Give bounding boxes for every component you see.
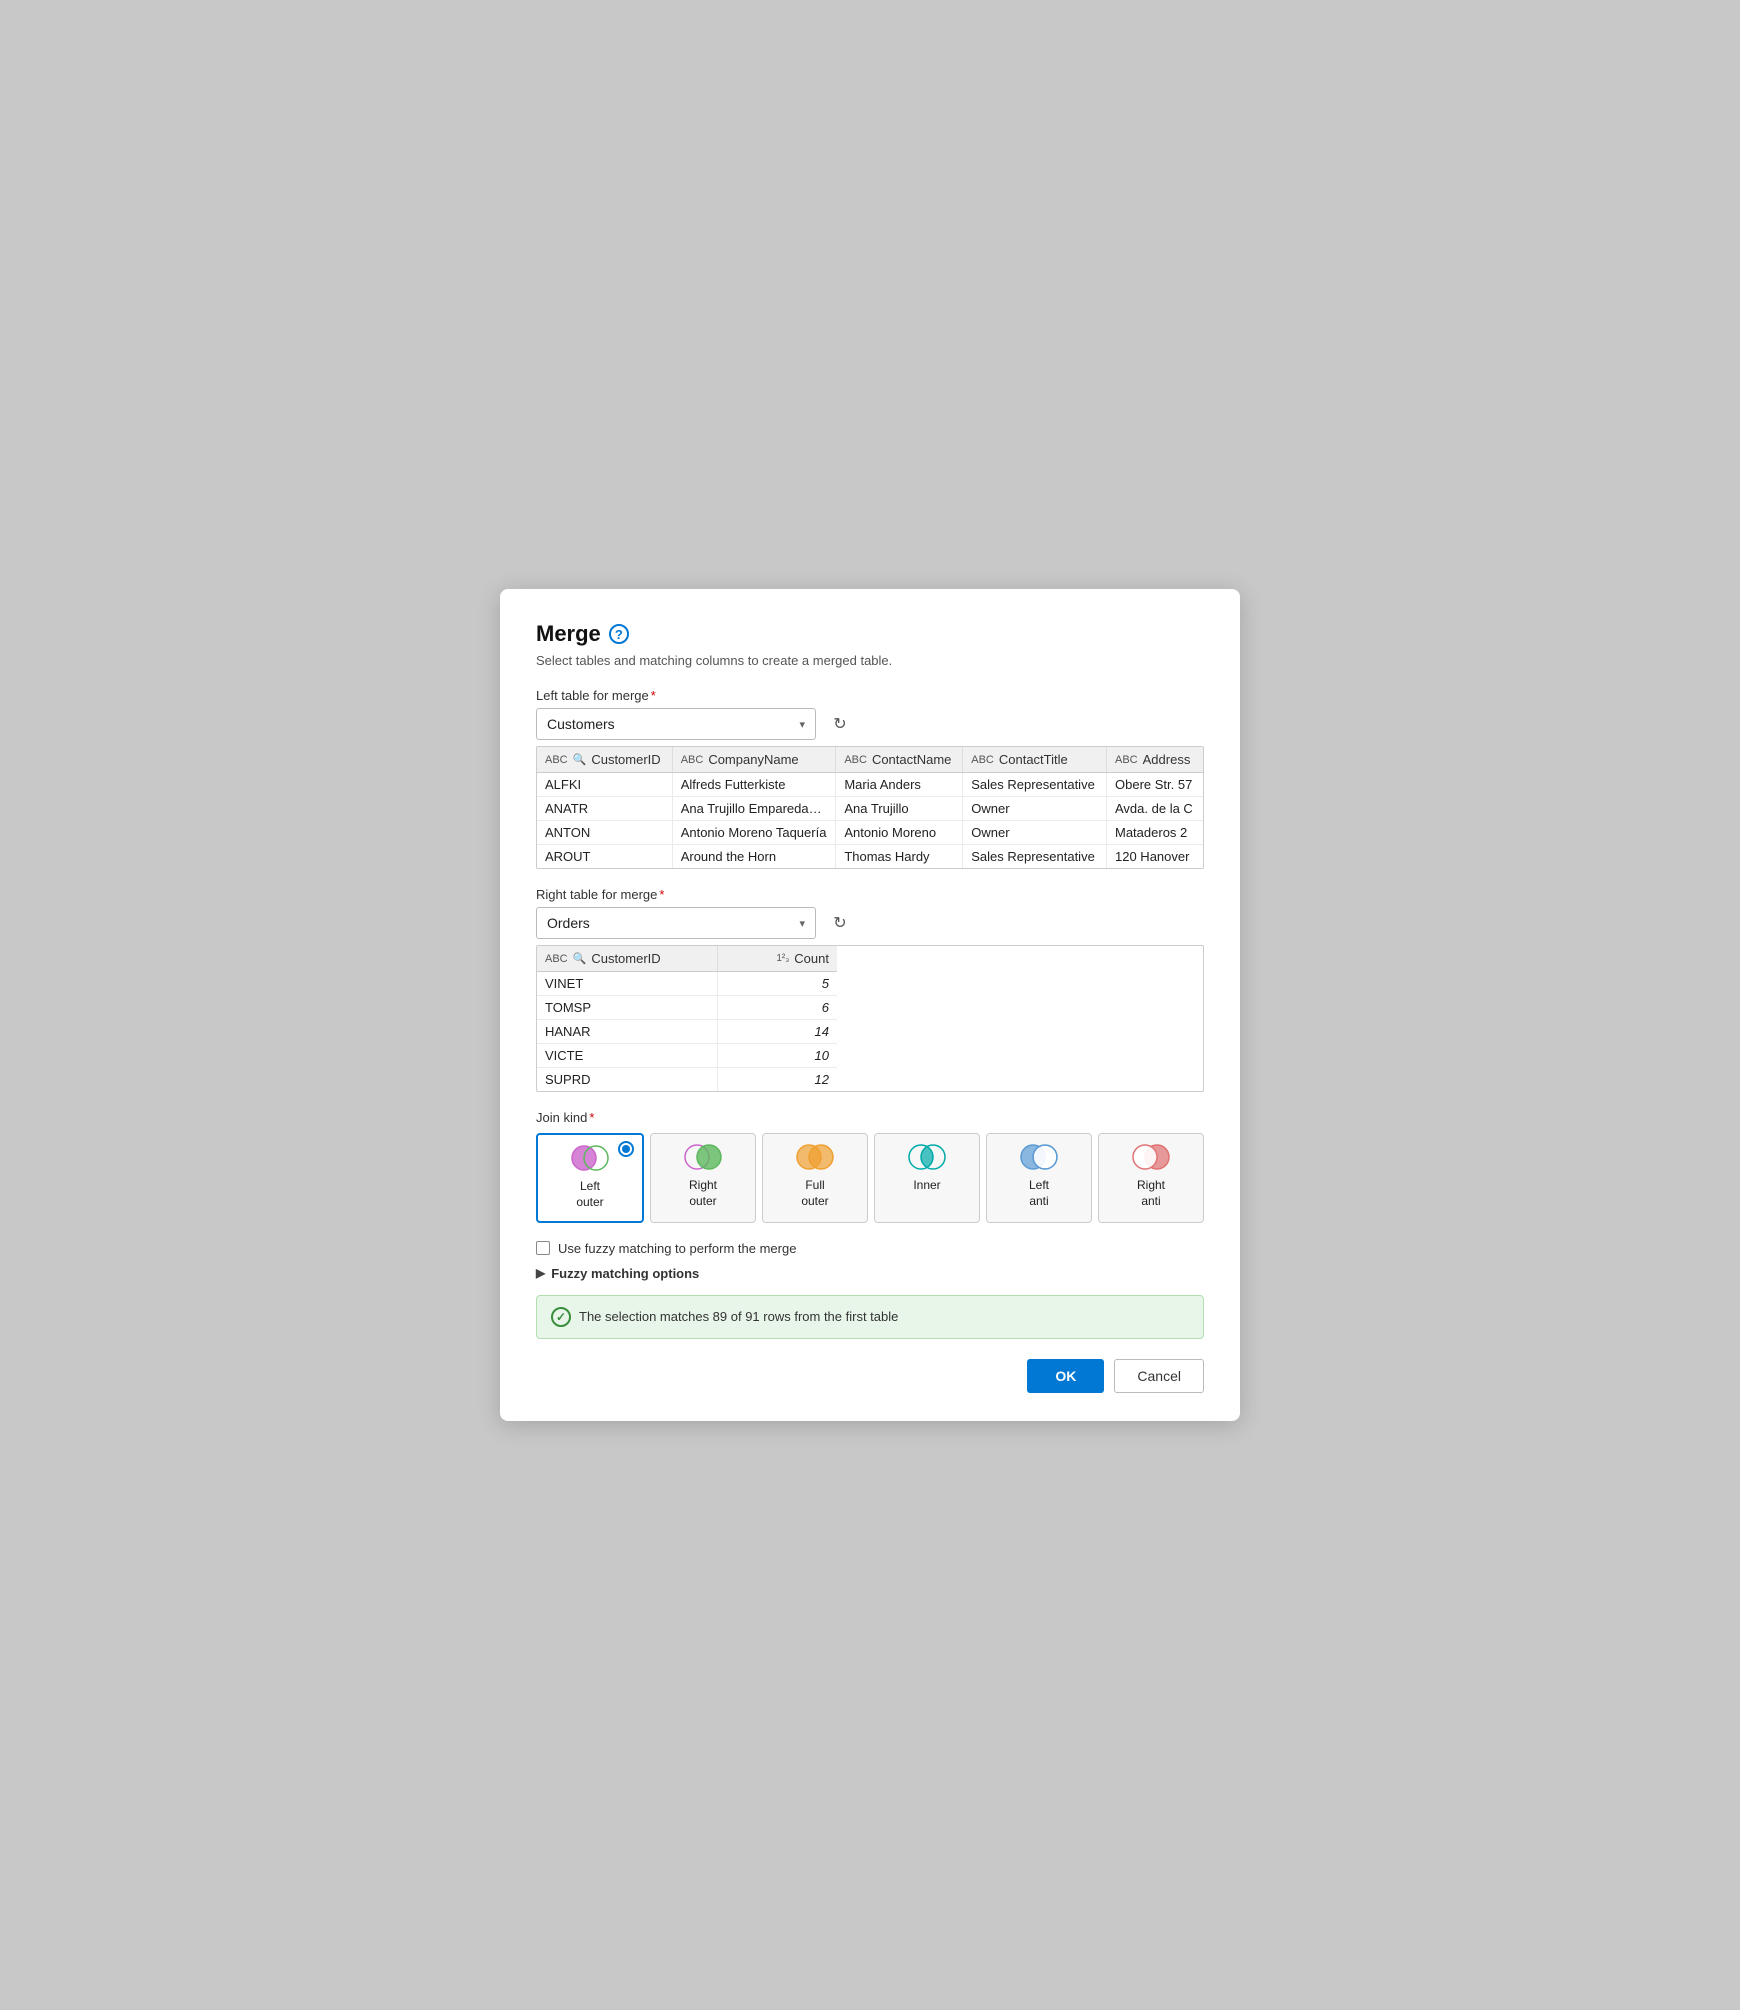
fuzzy-expand[interactable]: ▶ Fuzzy matching options xyxy=(536,1266,1204,1281)
table-row[interactable]: TOMSP6 xyxy=(537,996,837,1020)
join-option-left_outer[interactable]: Leftouter xyxy=(536,1133,644,1222)
abc-icon: ABC xyxy=(1115,754,1138,766)
status-bar: ✓ The selection matches 89 of 91 rows fr… xyxy=(536,1295,1204,1339)
join-kind-label: Join kind* xyxy=(536,1110,1204,1125)
join-option-label: Leftanti xyxy=(1029,1178,1049,1209)
left-table-selected: Customers xyxy=(547,716,615,732)
left-table-refresh-icon[interactable]: ↻ xyxy=(826,710,854,738)
join-option-label: Leftouter xyxy=(576,1179,603,1210)
abc-icon: ABC xyxy=(844,754,867,766)
right-table-container: ABC 🔍 CustomerID 1²₃ Count xyxy=(536,945,1204,1092)
join-option-left_anti[interactable]: Leftanti xyxy=(986,1133,1092,1222)
right-table-scroll: ABC 🔍 CustomerID 1²₃ Count xyxy=(537,946,1203,1091)
search-icon: 🔍 xyxy=(573,952,587,965)
abc-icon: ABC xyxy=(681,754,704,766)
status-check-icon: ✓ xyxy=(551,1307,571,1327)
left-table-scroll: ABC 🔍 CustomerID ABC CompanyName xyxy=(537,747,1203,868)
right-table-refresh-icon[interactable]: ↻ xyxy=(826,909,854,937)
left-table-body: ALFKIAlfreds FutterkisteMaria AndersSale… xyxy=(537,773,1203,869)
left-col-contactname[interactable]: ABC ContactName xyxy=(836,747,963,773)
left-table-header-row: ABC 🔍 CustomerID ABC CompanyName xyxy=(537,747,1203,773)
expand-arrow-icon: ▶ xyxy=(536,1266,545,1280)
left-table-label: Left table for merge* xyxy=(536,688,1204,703)
merge-dialog: Merge ? Select tables and matching colum… xyxy=(500,589,1240,1420)
right-table-label: Right table for merge* xyxy=(536,887,1204,902)
chevron-down-icon: ▾ xyxy=(799,718,805,731)
join-option-right_outer[interactable]: Rightouter xyxy=(650,1133,756,1222)
join-option-label: Rightanti xyxy=(1137,1178,1165,1209)
left-table-container: ABC 🔍 CustomerID ABC CompanyName xyxy=(536,746,1204,869)
table-row[interactable]: AROUTAround the HornThomas HardySales Re… xyxy=(537,845,1203,869)
table-row[interactable]: VICTE10 xyxy=(537,1044,837,1068)
left-col-companyname[interactable]: ABC CompanyName xyxy=(672,747,836,773)
fuzzy-label: Use fuzzy matching to perform the merge xyxy=(558,1241,796,1256)
chevron-down-icon: ▾ xyxy=(799,917,805,930)
status-text: The selection matches 89 of 91 rows from… xyxy=(579,1309,898,1324)
left-col-customerid[interactable]: ABC 🔍 CustomerID xyxy=(537,747,672,773)
table-row[interactable]: ANTONAntonio Moreno TaqueríaAntonio More… xyxy=(537,821,1203,845)
abc-icon: ABC xyxy=(545,754,568,766)
left-table: ABC 🔍 CustomerID ABC CompanyName xyxy=(537,747,1203,868)
table-row[interactable]: VINET5 xyxy=(537,972,837,996)
help-icon[interactable]: ? xyxy=(609,624,629,644)
abc-icon: ABC xyxy=(545,953,568,965)
join-radio-selected xyxy=(618,1141,634,1157)
left-col-contacttitle[interactable]: ABC ContactTitle xyxy=(963,747,1107,773)
search-icon: 🔍 xyxy=(573,753,587,766)
left-table-dropdown-row: Customers ▾ ↻ xyxy=(536,708,1204,740)
right-table-body: VINET5TOMSP6HANAR14VICTE10SUPRD12 xyxy=(537,972,837,1092)
dialog-subtitle: Select tables and matching columns to cr… xyxy=(536,653,1204,668)
right-table-selected: Orders xyxy=(547,915,590,931)
join-option-full_outer[interactable]: Fullouter xyxy=(762,1133,868,1222)
fuzzy-expand-label: Fuzzy matching options xyxy=(551,1266,699,1281)
abc-icon: ABC xyxy=(971,754,994,766)
right-col-count[interactable]: 1²₃ Count xyxy=(717,946,837,972)
join-option-label: Inner xyxy=(913,1178,940,1194)
join-option-label: Rightouter xyxy=(689,1178,717,1209)
dialog-header: Merge ? xyxy=(536,621,1204,647)
right-col-customerid[interactable]: ABC 🔍 CustomerID xyxy=(537,946,717,972)
right-table: ABC 🔍 CustomerID 1²₃ Count xyxy=(537,946,837,1091)
right-table-dropdown-row: Orders ▾ ↻ xyxy=(536,907,1204,939)
table-row[interactable]: ANATRAna Trujillo Emparedados y heladosA… xyxy=(537,797,1203,821)
right-table-header-row: ABC 🔍 CustomerID 1²₃ Count xyxy=(537,946,837,972)
cancel-button[interactable]: Cancel xyxy=(1114,1359,1204,1393)
table-row[interactable]: ALFKIAlfreds FutterkisteMaria AndersSale… xyxy=(537,773,1203,797)
join-options: Leftouter Rightouter Fullouter Inner Lefta… xyxy=(536,1133,1204,1222)
num-icon: 1²₃ xyxy=(776,953,789,964)
fuzzy-matching-row: Use fuzzy matching to perform the merge xyxy=(536,1241,1204,1256)
table-row[interactable]: HANAR14 xyxy=(537,1020,837,1044)
join-option-label: Fullouter xyxy=(801,1178,828,1209)
dialog-title: Merge xyxy=(536,621,601,647)
dialog-footer: OK Cancel xyxy=(536,1359,1204,1393)
join-option-right_anti[interactable]: Rightanti xyxy=(1098,1133,1204,1222)
fuzzy-checkbox[interactable] xyxy=(536,1241,550,1255)
right-table-dropdown[interactable]: Orders ▾ xyxy=(536,907,816,939)
left-col-address[interactable]: ABC Address xyxy=(1107,747,1204,773)
left-table-dropdown[interactable]: Customers ▾ xyxy=(536,708,816,740)
join-option-inner[interactable]: Inner xyxy=(874,1133,980,1222)
ok-button[interactable]: OK xyxy=(1027,1359,1104,1393)
table-row[interactable]: SUPRD12 xyxy=(537,1068,837,1092)
